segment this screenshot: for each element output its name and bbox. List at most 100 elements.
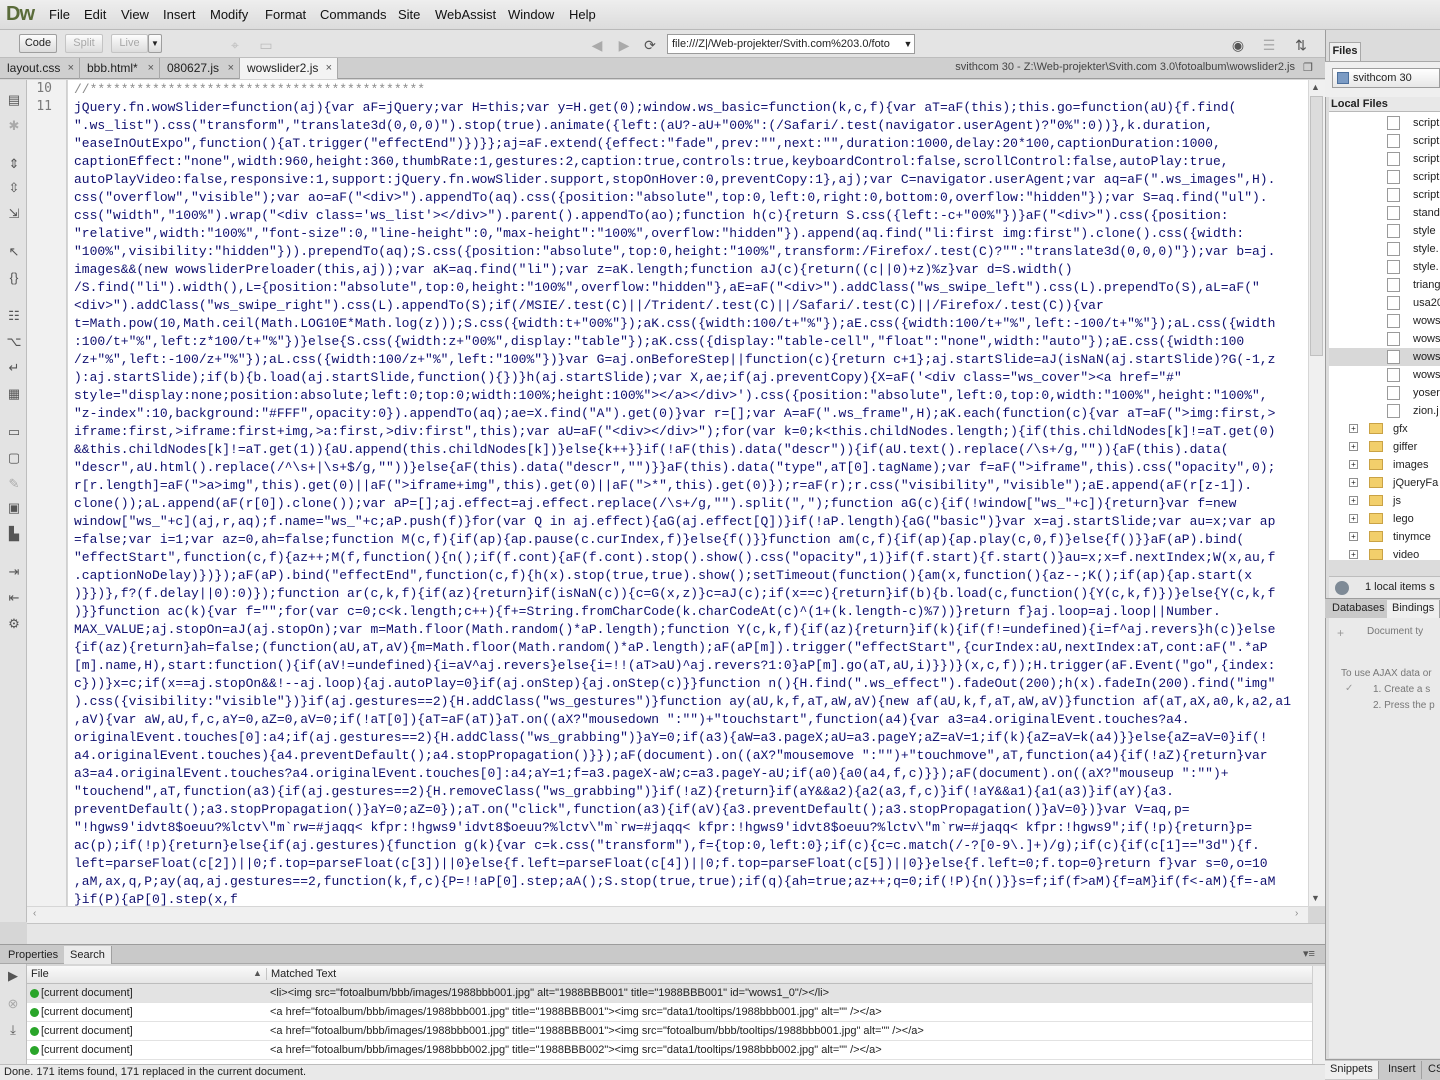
- scrollbar-thumb[interactable]: [1310, 96, 1323, 356]
- folder-item[interactable]: + jQueryFa: [1329, 474, 1440, 492]
- view-options-icon[interactable]: ☰: [1260, 36, 1278, 54]
- table-row[interactable]: [current document] <a href="fotoalbum/bb…: [27, 1022, 1312, 1041]
- tab-properties[interactable]: Properties: [2, 946, 66, 964]
- expand-all-icon[interactable]: ⇲: [6, 206, 22, 222]
- live-dropdown-button[interactable]: ▼: [148, 34, 162, 53]
- address-dropdown-icon[interactable]: ▼: [902, 35, 914, 53]
- collapse-selection-icon[interactable]: ⇳: [6, 180, 22, 196]
- folder-item[interactable]: + video: [1329, 546, 1440, 560]
- expand-icon[interactable]: +: [1349, 532, 1358, 541]
- stop-search-icon[interactable]: ⊗: [5, 996, 21, 1012]
- menu-edit[interactable]: Edit: [84, 7, 106, 22]
- file-item[interactable]: script: [1329, 186, 1440, 204]
- menu-modify[interactable]: Modify: [210, 7, 248, 22]
- file-item[interactable]: yoser: [1329, 384, 1440, 402]
- expand-icon[interactable]: +: [1349, 478, 1358, 487]
- indent-code-icon[interactable]: ⇥: [6, 564, 22, 580]
- expand-icon[interactable]: +: [1349, 424, 1358, 433]
- menu-site[interactable]: Site: [398, 7, 420, 22]
- tab-databases[interactable]: Databases: [1327, 600, 1391, 618]
- play-search-icon[interactable]: ▶: [5, 968, 21, 984]
- code-view-button[interactable]: Code: [19, 34, 57, 53]
- folder-item[interactable]: + gfx: [1329, 420, 1440, 438]
- scroll-right-icon[interactable]: ›: [1295, 908, 1298, 919]
- close-icon[interactable]: ×: [326, 58, 332, 78]
- split-view-button[interactable]: Split: [65, 34, 103, 53]
- table-row[interactable]: [current document] <li><img src="fotoalb…: [27, 984, 1312, 1003]
- file-item[interactable]: wows: [1329, 312, 1440, 330]
- file-item[interactable]: script: [1329, 168, 1440, 186]
- syntax-coloring-icon[interactable]: ▦: [6, 386, 22, 402]
- expand-icon[interactable]: +: [1349, 496, 1358, 505]
- file-item[interactable]: zion.j: [1329, 402, 1440, 420]
- scroll-left-icon[interactable]: ‹: [33, 908, 36, 919]
- sync-arrows-icon[interactable]: ⇅: [1292, 36, 1310, 54]
- file-item[interactable]: script: [1329, 132, 1440, 150]
- browser-check-icon[interactable]: ▭: [257, 36, 275, 54]
- menu-view[interactable]: View: [121, 7, 149, 22]
- file-item[interactable]: triang: [1329, 276, 1440, 294]
- highlight-invalid-icon[interactable]: ⌥: [6, 334, 22, 350]
- tab-css[interactable]: CS: [1423, 1061, 1440, 1079]
- tab-wowslider2-js[interactable]: wowslider2.js ×: [240, 58, 338, 79]
- open-documents-icon[interactable]: ▤: [6, 92, 22, 108]
- folder-item[interactable]: + giffer: [1329, 438, 1440, 456]
- menu-file[interactable]: File: [49, 7, 70, 22]
- preview-globe-icon[interactable]: ◉: [1229, 36, 1247, 54]
- folder-item[interactable]: + images: [1329, 456, 1440, 474]
- restore-icon[interactable]: ❐: [1303, 61, 1313, 74]
- file-item[interactable]: style.: [1329, 240, 1440, 258]
- folder-item[interactable]: + lego: [1329, 510, 1440, 528]
- code-editor[interactable]: //**************************************…: [68, 80, 1308, 906]
- word-wrap-icon[interactable]: ↵: [6, 360, 22, 376]
- collapse-tag-icon[interactable]: ⇕: [6, 156, 22, 172]
- file-item[interactable]: script: [1329, 150, 1440, 168]
- wrap-tag-icon[interactable]: ✎: [6, 476, 22, 492]
- results-scrollbar[interactable]: [1312, 966, 1325, 1064]
- expand-icon[interactable]: +: [1349, 460, 1358, 469]
- tab-080627-js[interactable]: 080627.js ×: [160, 58, 240, 79]
- tab-bindings[interactable]: Bindings: [1387, 600, 1440, 618]
- menu-window[interactable]: Window: [508, 7, 554, 22]
- menu-commands[interactable]: Commands: [320, 7, 386, 22]
- outdent-code-icon[interactable]: ⇤: [6, 590, 22, 606]
- back-arrow-icon[interactable]: ◀: [588, 36, 606, 54]
- tab-layout-css[interactable]: layout.css ×: [0, 58, 80, 79]
- file-item[interactable]: usa20: [1329, 294, 1440, 312]
- column-matched-text[interactable]: Matched Text: [266, 968, 336, 980]
- tab-snippets[interactable]: Snippets: [1325, 1061, 1379, 1079]
- close-icon[interactable]: ×: [148, 58, 154, 78]
- tab-insert[interactable]: Insert: [1383, 1061, 1422, 1079]
- show-code-navigator-icon[interactable]: ✱: [6, 118, 22, 134]
- forward-arrow-icon[interactable]: ▶: [615, 36, 633, 54]
- close-icon[interactable]: ×: [68, 58, 74, 78]
- file-item[interactable]: wows: [1329, 366, 1440, 384]
- menu-format[interactable]: Format: [265, 7, 306, 22]
- scroll-up-icon[interactable]: ▲: [1311, 82, 1320, 92]
- expand-icon[interactable]: +: [1349, 514, 1358, 523]
- site-select[interactable]: svithcom 30: [1332, 68, 1440, 88]
- file-item[interactable]: style.: [1329, 258, 1440, 276]
- address-field[interactable]: file:///Z|/Web-projekter/Svith.com%203.0…: [667, 34, 915, 54]
- expand-icon[interactable]: +: [1349, 550, 1358, 559]
- table-row[interactable]: [current document] <a href="fotoalbum/bb…: [27, 1003, 1312, 1022]
- expand-icon[interactable]: +: [1349, 442, 1358, 451]
- inspect-icon[interactable]: ⌖: [226, 36, 244, 54]
- tab-bbb-html[interactable]: bbb.html* ×: [80, 58, 160, 79]
- file-item[interactable]: script: [1329, 114, 1440, 132]
- format-source-icon[interactable]: ⚙: [6, 616, 22, 632]
- scroll-down-icon[interactable]: ▼: [1311, 893, 1320, 903]
- tab-search[interactable]: Search: [64, 946, 112, 964]
- move-css-icon[interactable]: ▙: [6, 526, 22, 542]
- menu-help[interactable]: Help: [569, 7, 596, 22]
- menu-insert[interactable]: Insert: [163, 7, 196, 22]
- file-item[interactable]: wows: [1329, 348, 1440, 366]
- save-report-icon[interactable]: ⤓: [5, 1022, 21, 1038]
- balance-braces-icon[interactable]: {}: [6, 270, 22, 286]
- menu-webassist[interactable]: WebAssist: [435, 7, 496, 22]
- column-file[interactable]: File: [31, 968, 49, 980]
- apply-comment-icon[interactable]: ▭: [6, 424, 22, 440]
- select-parent-tag-icon[interactable]: ↖: [6, 244, 22, 260]
- refresh-icon[interactable]: ⟳: [641, 36, 659, 54]
- file-item[interactable]: stand: [1329, 204, 1440, 222]
